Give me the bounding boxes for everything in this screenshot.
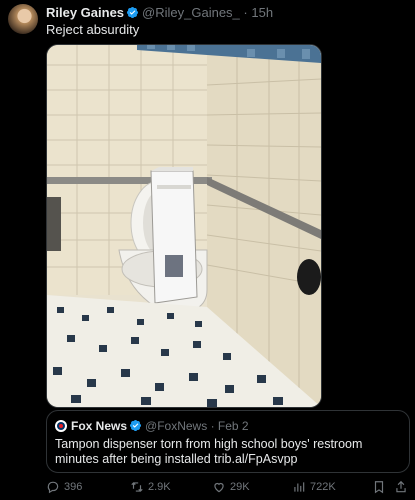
tweet-time[interactable]: 15h (251, 5, 273, 20)
repost-count: 2.9K (148, 481, 171, 493)
avatar[interactable] (8, 4, 38, 34)
like-icon (214, 482, 224, 493)
author-handle[interactable]: @Riley_Gaines_ (142, 5, 240, 20)
bookmark-icon (374, 481, 384, 494)
restroom-photo (47, 45, 321, 407)
separator-dot: · (210, 419, 215, 433)
quote-author-name[interactable]: Fox News (71, 419, 127, 433)
reply-icon (47, 481, 59, 494)
verified-badge-icon (129, 419, 142, 432)
quote-date[interactable]: Feb 2 (218, 419, 249, 433)
quote-text: Tampon dispenser torn from high school b… (55, 437, 363, 466)
bookmark-button[interactable] (372, 480, 386, 494)
views-button[interactable]: 722K (292, 480, 336, 494)
like-button[interactable]: 29K (212, 480, 250, 494)
tweet-text: Reject absurdity (46, 22, 140, 37)
quoted-tweet[interactable]: Fox News @FoxNews · Feb 2 Tampon dispense… (46, 410, 410, 473)
share-button[interactable] (394, 480, 408, 494)
tweet-photo[interactable] (46, 44, 322, 408)
separator-dot: · (243, 5, 248, 20)
reply-button[interactable]: 396 (46, 480, 82, 494)
views-count: 722K (310, 481, 336, 493)
verified-badge-icon (126, 6, 139, 19)
repost-icon (131, 482, 143, 492)
quote-author-handle[interactable]: @FoxNews (145, 419, 207, 433)
fox-news-logo-icon[interactable] (55, 420, 67, 432)
quote-header: Fox News @FoxNews · Feb 2 (55, 419, 249, 433)
views-icon (294, 482, 305, 492)
action-bar: 396 2.9K 29K 722K (46, 480, 407, 496)
tweet-header: Riley Gaines @Riley_Gaines_ · 15h (46, 5, 405, 21)
share-icon (396, 480, 406, 493)
like-count: 29K (230, 481, 250, 493)
repost-button[interactable]: 2.9K (130, 480, 171, 494)
author-name[interactable]: Riley Gaines (46, 5, 124, 20)
reply-count: 396 (64, 481, 83, 493)
